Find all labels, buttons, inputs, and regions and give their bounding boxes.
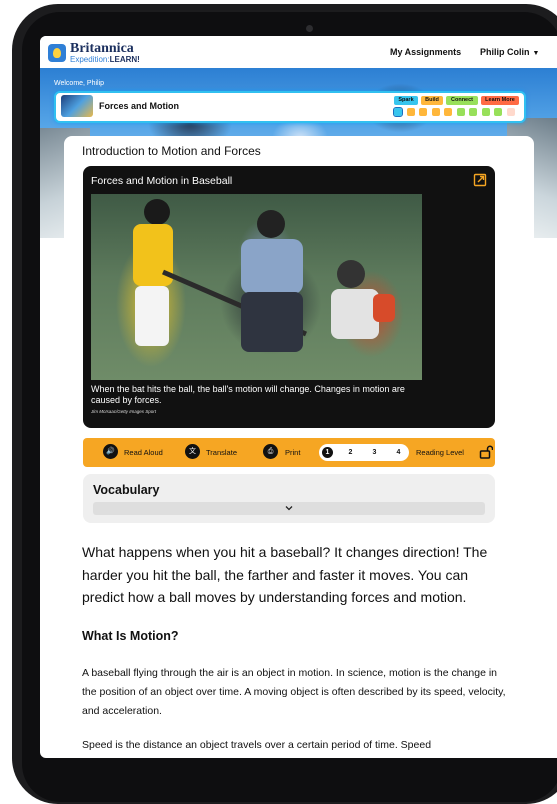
vocabulary-panel[interactable]: Vocabulary xyxy=(83,474,495,523)
page-title: Introduction to Motion and Forces xyxy=(82,144,261,158)
vocabulary-expand-bar[interactable] xyxy=(93,502,485,515)
progress-step xyxy=(469,108,477,116)
reading-toolbar: 🔊 Read Aloud 文 Translate ⎙ Print 1 2 3 4… xyxy=(83,438,495,467)
progress-step xyxy=(444,108,452,116)
progress-step xyxy=(431,108,440,116)
welcome-text: Welcome, Philip xyxy=(54,80,105,87)
media-credit: Jim McIsaac/Getty Images Sport xyxy=(91,409,157,414)
chevron-down-icon xyxy=(285,506,293,511)
reading-level-3[interactable]: 3 xyxy=(369,447,380,458)
body-paragraph: Speed is the distance an object travels … xyxy=(82,739,432,751)
user-name: Philip Colin xyxy=(480,47,530,57)
print-button[interactable]: Print xyxy=(285,448,300,457)
phase-build-tab[interactable]: Build xyxy=(421,96,443,105)
baseball-photo xyxy=(91,194,422,380)
reading-level-selector: 1 2 3 4 xyxy=(319,444,409,461)
reading-level-4[interactable]: 4 xyxy=(393,447,404,458)
progress-step xyxy=(481,108,490,116)
reading-level-2[interactable]: 2 xyxy=(345,447,356,458)
reading-level-1[interactable]: 1 xyxy=(322,447,333,458)
unlock-icon[interactable] xyxy=(479,445,493,459)
lesson-title: Forces and Motion xyxy=(99,101,180,111)
open-external-icon[interactable] xyxy=(473,173,487,187)
reading-level-label: Reading Level xyxy=(416,448,464,457)
translate-button[interactable]: Translate xyxy=(206,448,237,457)
progress-step xyxy=(406,108,415,116)
lesson-thumbnail xyxy=(61,95,93,117)
section-heading: What Is Motion? xyxy=(82,629,179,643)
phase-spark-tab[interactable]: Spark xyxy=(394,96,418,105)
baseball-scene-illustration xyxy=(133,199,395,352)
chevron-down-icon: ▼ xyxy=(532,50,540,57)
logo-subtitle: Expedition:LEARN! xyxy=(70,55,140,64)
user-menu[interactable]: Philip Colin ▼ xyxy=(480,47,539,57)
progress-step xyxy=(393,107,403,117)
phase-connect-tab[interactable]: Connect xyxy=(446,96,478,105)
screen: Britannica Expedition:LEARN! My Assignme… xyxy=(40,36,557,758)
print-icon[interactable]: ⎙ xyxy=(263,444,278,459)
progress-step xyxy=(494,108,502,116)
top-bar: Britannica Expedition:LEARN! My Assignme… xyxy=(40,36,557,68)
camera-icon xyxy=(306,25,313,32)
vocabulary-title: Vocabulary xyxy=(93,483,160,497)
media-caption: When the bat hits the ball, the ball's m… xyxy=(91,384,405,405)
my-assignments-link[interactable]: My Assignments xyxy=(390,47,461,57)
progress-step xyxy=(506,108,515,116)
progress-step xyxy=(456,108,465,116)
body-paragraph: A baseball flying through the air is an … xyxy=(82,667,506,717)
media-panel: Forces and Motion in Baseball When the b… xyxy=(83,166,495,428)
media-title: Forces and Motion in Baseball xyxy=(91,175,233,187)
read-aloud-button[interactable]: Read Aloud xyxy=(124,448,163,457)
read-aloud-icon[interactable]: 🔊 xyxy=(103,444,118,459)
intro-paragraph: What happens when you hit a baseball? It… xyxy=(82,544,488,605)
translate-icon[interactable]: 文 xyxy=(185,444,200,459)
phase-learn-more-tab[interactable]: Learn More xyxy=(481,96,519,105)
lightbulb-logo-icon xyxy=(48,44,66,62)
lesson-bar[interactable]: Forces and Motion Spark Build Connect Le… xyxy=(54,91,526,123)
progress-step xyxy=(419,108,427,116)
